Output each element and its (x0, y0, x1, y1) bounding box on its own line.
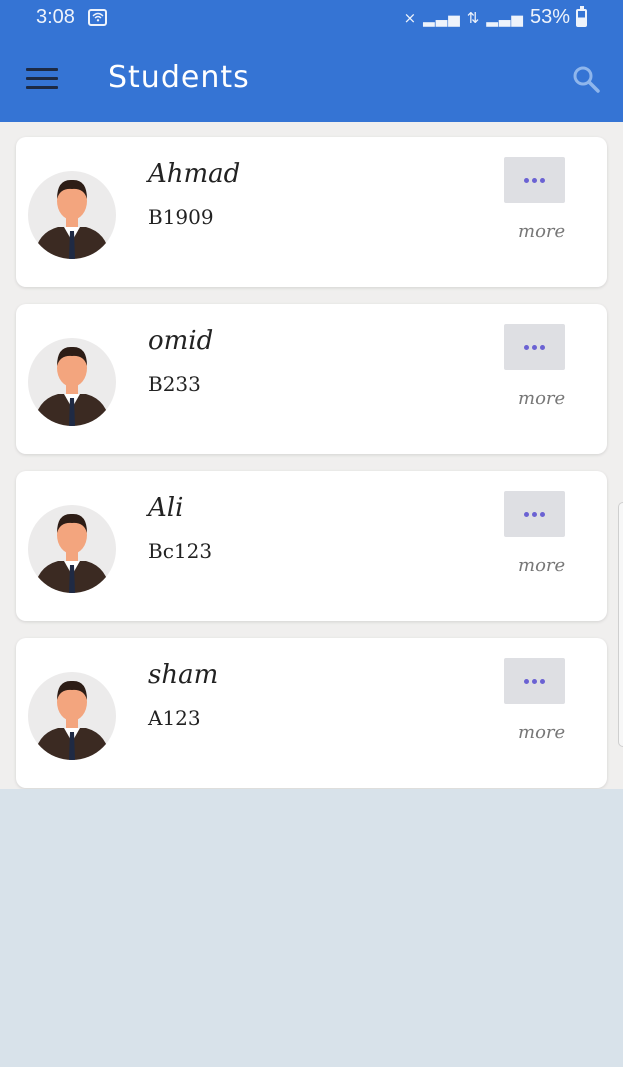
more-label[interactable]: more (518, 221, 565, 242)
student-code: B1909 (148, 205, 214, 229)
signal-icon-2: ▂▃▅ (486, 9, 524, 27)
student-card[interactable]: omid B233 more (16, 304, 607, 454)
status-time: 3:08 (36, 6, 75, 28)
student-name: sham (148, 660, 219, 690)
student-list[interactable]: Ahmad B1909 more omid B233 more Ali Bc12… (0, 122, 623, 789)
dot-icon (532, 177, 537, 183)
student-name: Ahmad (148, 159, 241, 189)
student-card[interactable]: Ahmad B1909 more (16, 137, 607, 287)
dot-icon (540, 511, 545, 517)
dot-icon (524, 344, 529, 350)
more-label[interactable]: more (518, 722, 565, 743)
student-card[interactable]: sham A123 more (16, 638, 607, 788)
avatar (28, 338, 116, 426)
status-right-group: ⨯ ▂▃▅ ⇅ ▂▃▅ 53% (403, 5, 587, 29)
hamburger-menu-icon[interactable] (26, 68, 58, 90)
more-label[interactable]: more (518, 388, 565, 409)
dot-icon (524, 511, 529, 517)
more-options-button[interactable] (504, 658, 565, 704)
dot-icon (532, 678, 537, 684)
signal-icon: ▂▃▅ (423, 9, 461, 27)
student-card[interactable]: Ali Bc123 more (16, 471, 607, 621)
page-title: Students (108, 60, 250, 95)
search-icon[interactable] (571, 64, 601, 94)
more-options-button[interactable] (504, 324, 565, 370)
more-options-button[interactable] (504, 157, 565, 203)
avatar (28, 672, 116, 760)
dot-icon (524, 678, 529, 684)
more-label[interactable]: more (518, 555, 565, 576)
dot-icon (540, 678, 545, 684)
more-options-button[interactable] (504, 491, 565, 537)
dot-icon (532, 344, 537, 350)
avatar (28, 505, 116, 593)
dot-icon (540, 344, 545, 350)
scrollbar[interactable] (618, 502, 623, 747)
battery-percent: 53% (529, 6, 570, 28)
network-4g-icon: ⇅ (466, 9, 481, 27)
student-code: Bc123 (148, 539, 213, 563)
wifi-icon (88, 9, 107, 26)
student-code: A123 (148, 706, 201, 730)
battery-icon (576, 5, 587, 27)
status-bar: 3:08 ⨯ ▂▃▅ ⇅ ▂▃▅ 53% (0, 0, 623, 38)
student-code: B233 (148, 372, 201, 396)
app-bar: Students (0, 38, 623, 122)
avatar (28, 171, 116, 259)
student-name: Ali (148, 493, 184, 523)
dot-icon (524, 177, 529, 183)
dot-icon (540, 177, 545, 183)
student-name: omid (148, 326, 214, 356)
empty-area (0, 789, 623, 1067)
mute-icon: ⨯ (403, 9, 418, 27)
dot-icon (532, 511, 537, 517)
